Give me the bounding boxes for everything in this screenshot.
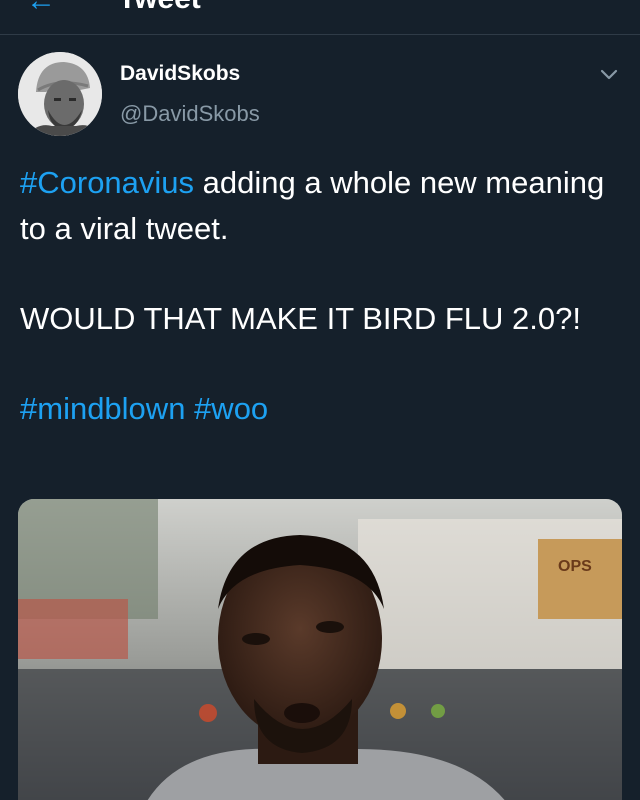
back-arrow-icon[interactable]: ← xyxy=(26,0,56,16)
media-sign-text: OPS xyxy=(558,558,592,575)
top-bar: ← Tweet xyxy=(0,0,640,35)
tweet-text: #Coronavius adding a whole new meaning t… xyxy=(20,160,620,432)
page-title: Tweet xyxy=(118,0,201,14)
author-display-name[interactable]: DavidSkobs xyxy=(120,62,240,86)
author-handle[interactable]: @DavidSkobs xyxy=(120,101,260,127)
tweet-paragraph-2: WOULD THAT MAKE IT BIRD FLU 2.0?! xyxy=(20,301,581,336)
tweet-detail-screen: ← Tweet DavidSkobs @DavidSkobs #Coronavi… xyxy=(0,0,640,800)
hashtag-link[interactable]: #mindblown xyxy=(20,391,185,426)
tweet-paragraph-3: #mindblown #woo xyxy=(20,386,620,432)
hashtag-link[interactable]: #Coronavius xyxy=(20,165,194,200)
tweet-paragraph-1: #Coronavius adding a whole new meaning t… xyxy=(20,160,620,252)
tweet-media-gif[interactable]: OPS xyxy=(18,499,622,800)
hashtag-link[interactable]: #woo xyxy=(194,391,268,426)
avatar[interactable] xyxy=(18,52,102,136)
chevron-down-icon[interactable] xyxy=(598,64,620,86)
